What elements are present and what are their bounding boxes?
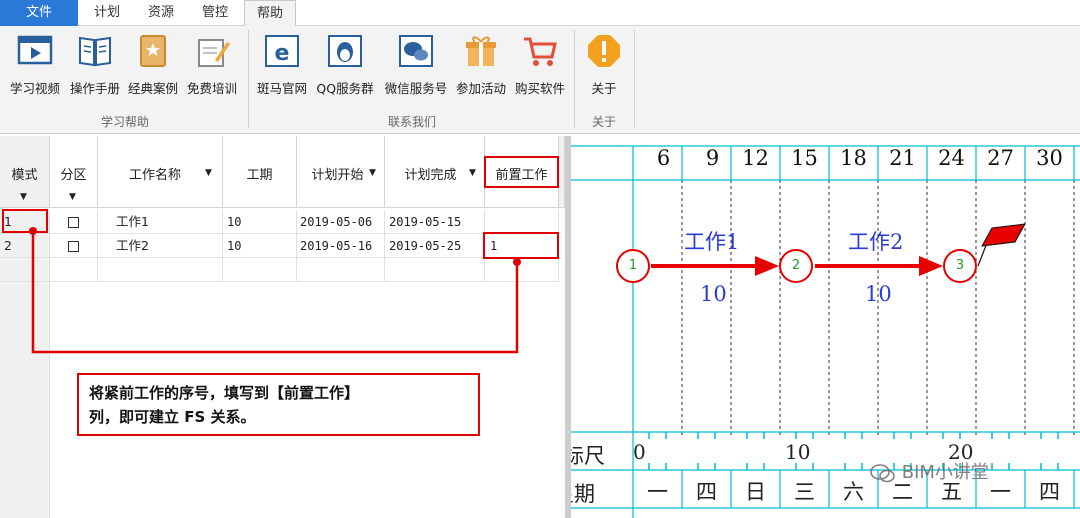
group-label-about: 关于	[591, 115, 616, 129]
task-duration-2: 10	[865, 282, 892, 306]
instruction-callout: 将紧前工作的序号，填写到【前置工作】 列，即可建立 FS 关系。	[77, 373, 480, 436]
about-button[interactable]: 关于	[580, 32, 628, 100]
weekday-cell: 三	[794, 480, 815, 504]
weekday-cell: 四	[696, 480, 717, 504]
weekday-cell: 四	[1039, 480, 1060, 504]
event-node-2[interactable]: 2	[779, 249, 813, 283]
watermark-text: BIM小讲堂	[901, 462, 989, 483]
weekday-cell: 一	[647, 480, 668, 504]
callout-line-2: 列，即可建立 FS 关系。	[89, 408, 256, 426]
event-node-3[interactable]: 3	[943, 249, 977, 283]
event-node-1[interactable]: 1	[616, 249, 650, 283]
task-label-1: 工作1	[684, 230, 740, 254]
network-diagram-pane: 6 9 12 15 18 21 24 27 30 工作1 10 工作2 10 1…	[571, 136, 1080, 518]
ruler-row-label: 标尺	[571, 444, 605, 468]
callout-line-1: 将紧前工作的序号，填写到【前置工作】	[89, 384, 360, 402]
weekday-cell: 日	[745, 480, 766, 504]
about-label: 关于	[591, 81, 617, 96]
task-duration-1: 10	[700, 282, 727, 306]
watermark: BIM小讲堂	[870, 458, 989, 484]
ruler-value: 0	[633, 440, 646, 464]
annotation-connector	[29, 227, 521, 354]
activity-arrows	[651, 223, 1026, 276]
task-label-2: 工作2	[848, 230, 904, 254]
wechat-watermark-icon	[870, 464, 895, 483]
weekday-row-label: 星期	[571, 482, 595, 506]
info-icon	[588, 35, 620, 67]
group-separator	[574, 30, 575, 128]
ruler-value: 10	[785, 440, 811, 464]
group-separator	[634, 30, 635, 128]
